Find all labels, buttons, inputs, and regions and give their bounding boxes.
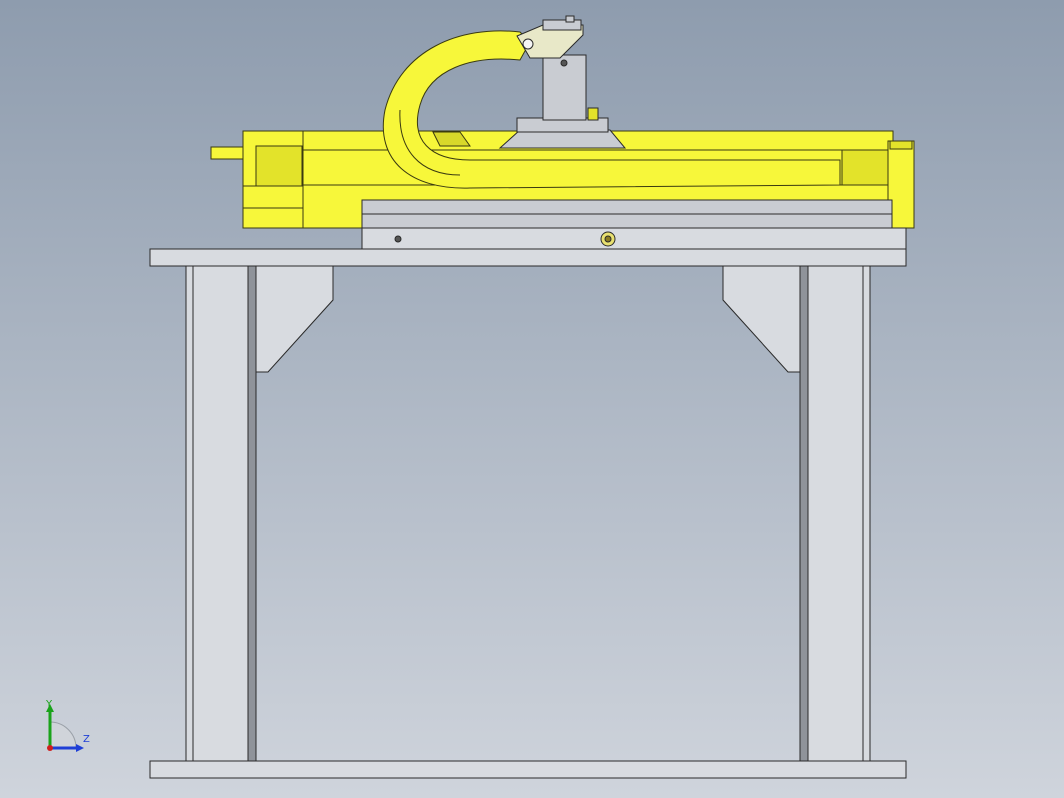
right-column[interactable] [799, 265, 871, 762]
right-gusset [722, 265, 801, 373]
graphics-viewport[interactable]: Y Z [0, 0, 1064, 798]
motor-shaft [210, 146, 244, 160]
z-axis-label: Z [83, 734, 90, 745]
x-axis-dot [47, 745, 53, 751]
left-gusset [255, 265, 334, 373]
cable-chain [382, 30, 841, 189]
z-axis-arrow [76, 744, 84, 752]
left-column[interactable] [185, 265, 257, 762]
cad-model-view[interactable] [0, 0, 1064, 798]
carriage-slide[interactable] [361, 199, 907, 250]
y-axis-label: Y [46, 699, 53, 710]
bolt-left [394, 235, 402, 243]
gripper-mount[interactable] [498, 15, 627, 149]
view-triad [46, 704, 84, 752]
top-plate[interactable] [149, 248, 907, 267]
triad-quadrant [49, 721, 77, 749]
base-plate[interactable] [149, 760, 907, 779]
